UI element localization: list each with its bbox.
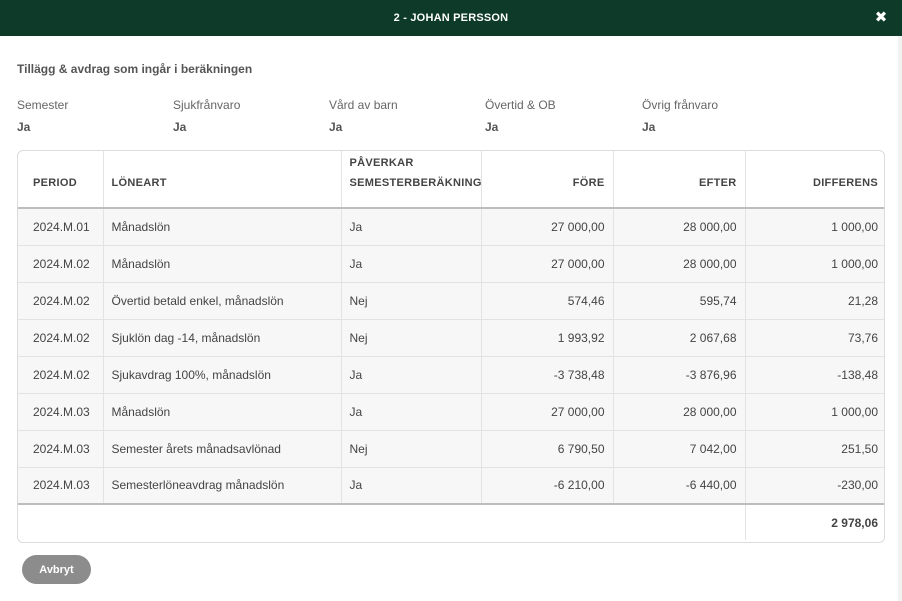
cell-period: 2024.M.02 <box>18 319 104 357</box>
column-header-paverkar-line1: PÅVERKAR <box>349 157 414 169</box>
cell-loneart: Månadslön <box>103 208 342 246</box>
table-header-row: PERIOD LÖNEART PÅVERKAR SEMESTERBERÄKNING… <box>18 151 884 209</box>
cell-loneart: Månadslön <box>103 245 342 283</box>
cell-paverkar: Nej <box>341 319 482 357</box>
table-row: 2024.M.03 Semester årets månadsavlönad Nej… <box>18 430 884 468</box>
salary-table: PERIOD LÖNEART PÅVERKAR SEMESTERBERÄKNING… <box>17 150 885 543</box>
column-header-differens: DIFFERENS <box>745 151 884 209</box>
cell-fore: 27 000,00 <box>481 208 614 246</box>
cell-efter: -6 440,00 <box>613 467 746 505</box>
setting-label: Övertid & OB <box>485 98 556 112</box>
table-row: 2024.M.02 Sjukavdrag 100%, månadslön Ja -3 … <box>18 356 884 394</box>
setting-value: Ja <box>173 120 187 134</box>
cell-fore: -3 738,48 <box>481 356 614 394</box>
column-header-paverkar-line2: SEMESTERBERÄKNING <box>349 177 482 189</box>
setting-label: Övrig frånvaro <box>642 98 719 112</box>
cell-paverkar: Ja <box>341 208 482 246</box>
cell-differens: 73,76 <box>745 319 884 357</box>
cell-fore: 6 790,50 <box>481 430 614 468</box>
cell-period: 2024.M.02 <box>18 356 104 394</box>
setting-vard-av-barn: Vård av barn Ja <box>329 98 479 134</box>
cell-efter: 28 000,00 <box>613 245 746 283</box>
cell-fore: 1 993,92 <box>481 319 614 357</box>
column-header-loneart: LÖNEART <box>103 151 342 209</box>
cell-loneart: Semesterlöneavdrag månadslön <box>103 467 342 505</box>
cell-efter: 595,74 <box>613 282 746 320</box>
column-header-period: PERIOD <box>18 151 104 209</box>
table-row: 2024.M.01 Månadslön Ja 27 000,00 28 000,00 1 … <box>18 208 884 246</box>
table-row: 2024.M.02 Månadslön Ja 27 000,00 28 000,00 1 … <box>18 245 884 283</box>
column-header-efter: EFTER <box>613 151 746 209</box>
cell-period: 2024.M.03 <box>18 467 104 505</box>
cell-loneart: Sjuklön dag -14, månadslön <box>103 319 342 357</box>
cell-paverkar: Ja <box>341 356 482 394</box>
setting-overtid-ob: Övertid & OB Ja <box>485 98 635 134</box>
close-icon[interactable]: ✖ <box>872 9 890 27</box>
scrollbar-track[interactable] <box>898 36 902 601</box>
cell-fore: 27 000,00 <box>481 245 614 283</box>
column-header-paverkar: PÅVERKAR SEMESTERBERÄKNING <box>341 151 482 209</box>
cell-paverkar: Ja <box>341 393 482 431</box>
cell-period: 2024.M.03 <box>18 430 104 468</box>
cell-efter: 28 000,00 <box>613 393 746 431</box>
total-differens: 2 978,06 <box>745 503 884 540</box>
cell-differens: 21,28 <box>745 282 884 320</box>
cell-efter: 7 042,00 <box>613 430 746 468</box>
cell-differens: 1 000,00 <box>745 208 884 246</box>
cell-paverkar: Nej <box>341 282 482 320</box>
setting-label: Semester <box>17 98 69 112</box>
cell-fore: 574,46 <box>481 282 614 320</box>
cancel-button[interactable]: Avbryt <box>22 555 91 584</box>
cell-differens: -138,48 <box>745 356 884 394</box>
cell-loneart: Månadslön <box>103 393 342 431</box>
cell-paverkar: Nej <box>341 430 482 468</box>
table-row: 2024.M.03 Semesterlöneavdrag månadslön Ja -… <box>18 467 884 505</box>
table-row: 2024.M.02 Sjuklön dag -14, månadslön Nej 1 … <box>18 319 884 357</box>
cell-paverkar: Ja <box>341 245 482 283</box>
cell-fore: 27 000,00 <box>481 393 614 431</box>
cell-efter: 28 000,00 <box>613 208 746 246</box>
section-title: Tillägg & avdrag som ingår i beräkningen <box>17 62 253 76</box>
cell-differens: 1 000,00 <box>745 245 884 283</box>
setting-semester: Semester Ja <box>17 98 167 134</box>
cell-efter: -3 876,96 <box>613 356 746 394</box>
cell-period: 2024.M.02 <box>18 245 104 283</box>
setting-label: Vård av barn <box>329 98 398 112</box>
dialog-title: 2 - JOHAN PERSSON <box>393 12 509 24</box>
table-row: 2024.M.02 Övertid betald enkel, månadslön… <box>18 282 884 320</box>
cell-fore: -6 210,00 <box>481 467 614 505</box>
cell-period: 2024.M.03 <box>18 393 104 431</box>
setting-ovrig-franvaro: Övrig frånvaro Ja <box>642 98 792 134</box>
cell-differens: 1 000,00 <box>745 393 884 431</box>
column-header-fore: FÖRE <box>481 151 614 209</box>
dialog-header: 2 - JOHAN PERSSON ✖ <box>0 0 902 36</box>
cell-period: 2024.M.02 <box>18 282 104 320</box>
cell-differens: -230,00 <box>745 467 884 505</box>
setting-value: Ja <box>329 120 343 134</box>
setting-sjukfranvaro: Sjukfrånvaro Ja <box>173 98 323 134</box>
setting-value: Ja <box>642 120 656 134</box>
table-total-row: 2 978,06 <box>18 503 884 540</box>
cell-period: 2024.M.01 <box>18 208 104 246</box>
cell-loneart: Semester årets månadsavlönad <box>103 430 342 468</box>
total-spacer <box>18 503 746 540</box>
cell-paverkar: Ja <box>341 467 482 505</box>
setting-value: Ja <box>17 120 31 134</box>
cell-loneart: Övertid betald enkel, månadslön <box>103 282 342 320</box>
setting-label: Sjukfrånvaro <box>173 98 241 112</box>
cell-differens: 251,50 <box>745 430 884 468</box>
cell-efter: 2 067,68 <box>613 319 746 357</box>
cell-loneart: Sjukavdrag 100%, månadslön <box>103 356 342 394</box>
table-row: 2024.M.03 Månadslön Ja 27 000,00 28 000,00 1 … <box>18 393 884 431</box>
setting-value: Ja <box>485 120 499 134</box>
